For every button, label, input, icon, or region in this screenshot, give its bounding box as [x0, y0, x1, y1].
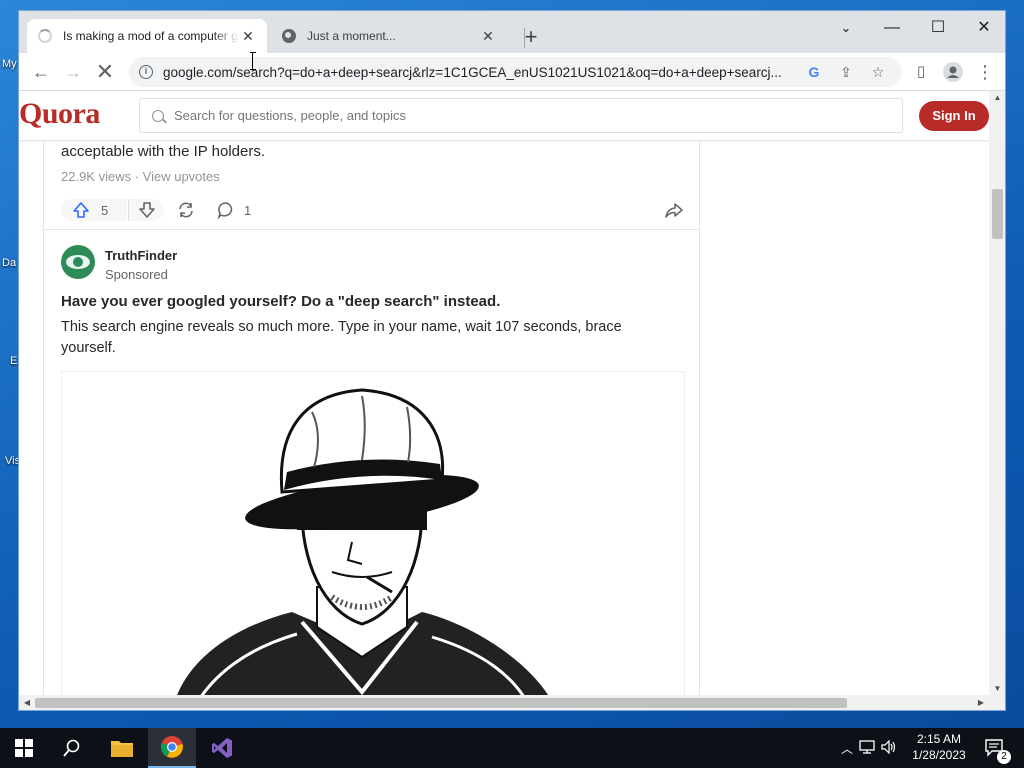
ad-body-text: This search engine reveals so much more.… [61, 319, 622, 356]
start-button[interactable] [0, 728, 48, 768]
tab-strip: Is making a mod of a computer g ✕ Just a… [19, 11, 1005, 53]
reshare-icon [179, 202, 193, 218]
file-explorer-button[interactable] [98, 728, 146, 768]
tab-just-a-moment[interactable]: Just a moment... ✕ [271, 19, 507, 53]
address-bar[interactable]: i google.com/search?q=do+a+deep+searcj&r… [129, 57, 902, 87]
upvote-button[interactable]: 5 [61, 199, 127, 221]
upvote-count: 5 [101, 202, 109, 218]
chrome-icon [160, 736, 183, 758]
sign-in-button[interactable]: Sign In [919, 101, 989, 131]
bookmark-star-icon[interactable]: ☆ [869, 63, 887, 81]
upvote-arrow-icon [73, 202, 89, 218]
scroll-left-icon[interactable]: ◀ [19, 695, 35, 710]
downvote-button[interactable] [128, 199, 164, 221]
sponsored-label: Sponsored [105, 267, 168, 282]
ad-image-man-in-fedora[interactable] [61, 371, 685, 695]
side-panel-icon[interactable]: ▯ [907, 58, 935, 86]
answer-text: acceptable with the IP holders. [61, 143, 266, 160]
vertical-scrollbar[interactable]: ▲ ▼ [989, 91, 1005, 695]
desktop-icon-label[interactable]: My [2, 58, 17, 70]
browser-window: Is making a mod of a computer g ✕ Just a… [18, 10, 1006, 711]
advertiser-name[interactable]: TruthFinder [105, 248, 177, 263]
system-tray: ︿ [838, 728, 900, 768]
volume-icon[interactable] [878, 739, 900, 757]
profile-avatar-icon[interactable] [939, 58, 967, 86]
search-icon [152, 109, 164, 122]
back-button[interactable]: ← [27, 58, 55, 86]
tab-search-chevron-icon[interactable]: ⌄ [823, 15, 869, 43]
desktop-icon-label[interactable]: E [10, 355, 17, 367]
horizontal-scrollbar[interactable]: ◀ ▶ [19, 695, 1005, 710]
show-hidden-icons-chevron-icon[interactable]: ︿ [838, 740, 856, 757]
visual-studio-taskbar-button[interactable] [198, 728, 246, 768]
minimize-button[interactable]: — [869, 15, 915, 43]
forward-button[interactable]: → [59, 58, 87, 86]
new-tab-button[interactable]: + [517, 24, 545, 52]
stop-loading-button[interactable]: ✕ [91, 58, 119, 86]
web-page: Quora Sign In acceptable with the IP hol… [19, 91, 989, 695]
scroll-down-icon[interactable]: ▼ [989, 684, 1005, 693]
share-icon[interactable]: ⇪ [837, 63, 855, 81]
desktop-icon-label[interactable]: Da [2, 257, 16, 269]
url-text[interactable]: google.com/search?q=do+a+deep+searcj&rlz… [163, 65, 803, 80]
taskbar-search-button[interactable] [48, 728, 96, 768]
folder-icon [111, 741, 133, 757]
maximize-button[interactable]: ☐ [915, 15, 961, 43]
view-count: 22.9K views [61, 169, 132, 184]
quora-search-box[interactable] [139, 98, 903, 133]
google-lens-icon[interactable]: G [805, 63, 823, 81]
browser-toolbar: ← → ✕ i google.com/search?q=do+a+deep+se… [19, 53, 1005, 91]
answer-action-bar: 5 1 [44, 193, 699, 227]
search-icon [63, 739, 80, 757]
answer-stats: 22.9K views · View upvotes [61, 169, 220, 184]
scroll-right-icon[interactable]: ▶ [973, 695, 989, 710]
vertical-scroll-thumb[interactable] [992, 189, 1003, 239]
windows-logo-icon [15, 739, 33, 757]
taskbar: ︿ 2:15 AM 1/28/2023 2 [0, 728, 1024, 768]
clock-date: 1/28/2023 [912, 748, 966, 762]
text-cursor-icon [250, 52, 256, 70]
post-divider [44, 229, 699, 230]
notification-count-badge: 2 [997, 750, 1011, 764]
browser-menu-icon[interactable]: ⋮ [971, 58, 999, 86]
search-input[interactable] [174, 108, 902, 123]
tab-quora[interactable]: Is making a mod of a computer g ✕ [27, 19, 267, 53]
globe-icon [281, 28, 297, 44]
close-tab-icon[interactable]: ✕ [479, 28, 497, 45]
advertiser-avatar[interactable] [61, 245, 95, 279]
site-info-icon[interactable]: i [139, 65, 153, 79]
share-reshare-button[interactable] [176, 199, 196, 221]
share-arrow-icon [665, 203, 683, 218]
quora-header: Quora Sign In [19, 91, 989, 141]
close-tab-icon[interactable]: ✕ [239, 28, 257, 45]
comment-icon [217, 202, 233, 220]
network-icon[interactable] [856, 739, 878, 757]
comment-count: 1 [244, 202, 252, 218]
close-window-button[interactable]: ✕ [961, 15, 1005, 43]
tab-title: Just a moment... [307, 29, 396, 43]
clock-time: 2:15 AM [916, 732, 962, 746]
horizontal-scroll-thumb[interactable] [35, 698, 847, 708]
downvote-arrow-icon [138, 202, 155, 218]
action-center-button[interactable]: 2 [980, 728, 1011, 768]
visual-studio-icon [212, 738, 232, 758]
share-button[interactable] [664, 199, 684, 221]
loading-spinner-icon [37, 28, 53, 44]
scroll-up-icon[interactable]: ▲ [989, 93, 1005, 102]
tab-title: Is making a mod of a computer g [63, 29, 238, 43]
comment-button[interactable]: 1 [216, 199, 251, 221]
view-upvotes-link[interactable]: View upvotes [143, 169, 220, 184]
quora-logo[interactable]: Quora [19, 97, 100, 131]
taskbar-clock[interactable]: 2:15 AM 1/28/2023 [905, 731, 973, 763]
ad-headline[interactable]: Have you ever googled yourself? Do a "de… [61, 293, 500, 310]
chrome-taskbar-button[interactable] [148, 728, 196, 768]
feed-column: acceptable with the IP holders. 22.9K vi… [43, 141, 700, 695]
